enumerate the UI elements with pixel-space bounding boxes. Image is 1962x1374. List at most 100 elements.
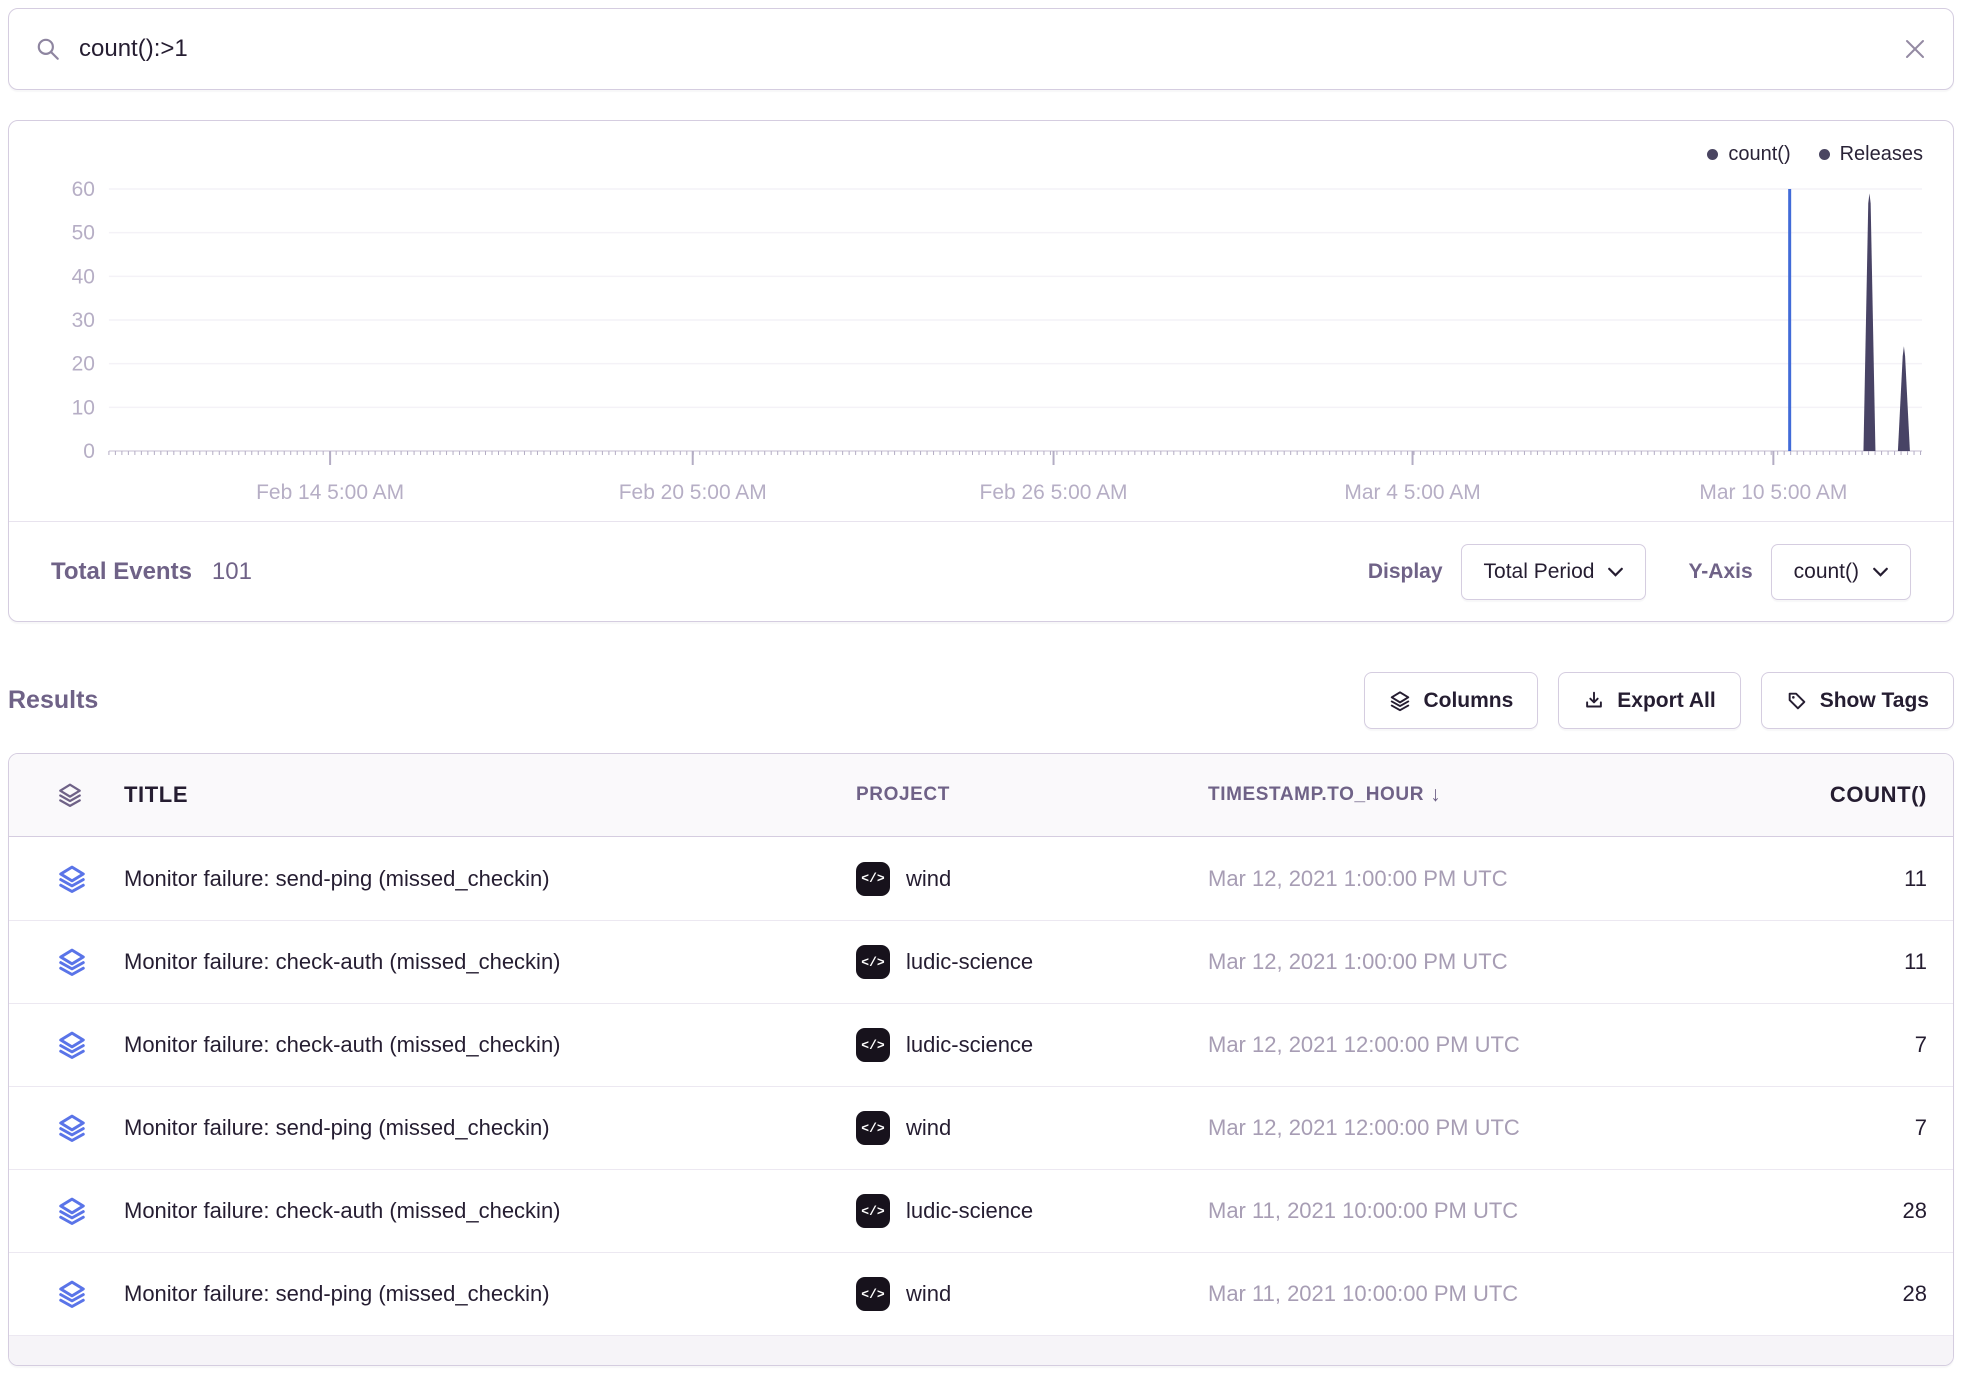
yaxis-label: Y-Axis xyxy=(1688,560,1752,584)
project-platform-icon: </> xyxy=(856,1194,890,1228)
chevron-down-icon xyxy=(1608,567,1623,577)
project-platform-icon: </> xyxy=(856,1277,890,1311)
legend-label: count() xyxy=(1728,143,1790,166)
chevron-down-icon xyxy=(1873,567,1888,577)
table-row[interactable]: Monitor failure: send-ping (missed_check… xyxy=(9,1252,1953,1335)
timestamp-cell: Mar 12, 2021 1:00:00 PM UTC xyxy=(1200,866,1747,892)
yaxis-dropdown[interactable]: count() xyxy=(1771,544,1911,600)
sort-desc-icon: ↓ xyxy=(1430,783,1441,807)
project-cell: </> ludic-science xyxy=(848,945,1200,979)
display-label: Display xyxy=(1368,560,1443,584)
stack-event-icon xyxy=(57,864,87,894)
legend-dot-icon xyxy=(1819,149,1830,160)
results-table: TITLE PROJECT TIMESTAMP.TO_HOUR ↓ COUNT(… xyxy=(8,753,1954,1366)
events-chart-panel: 0 10 20 30 40 50 60 Feb 14 5:00 AM Feb 20 5:00 A… xyxy=(8,120,1954,622)
svg-text:20: 20 xyxy=(72,353,95,376)
project-cell: </> wind xyxy=(848,1111,1200,1145)
events-chart: 0 10 20 30 40 50 60 Feb 14 5:00 AM Feb 20 5:00 A… xyxy=(9,121,1953,521)
display-dropdown-value: Total Period xyxy=(1484,560,1595,584)
svg-text:10: 10 xyxy=(72,396,95,419)
project-name: ludic-science xyxy=(906,1198,1033,1224)
project-cell: </> wind xyxy=(848,862,1200,896)
svg-text:50: 50 xyxy=(72,222,95,245)
project-name: wind xyxy=(906,1115,951,1141)
stack-event-icon xyxy=(57,1113,87,1143)
table-footer xyxy=(9,1335,1953,1365)
export-all-button-label: Export All xyxy=(1617,689,1715,713)
chart-area: 0 10 20 30 40 50 60 Feb 14 5:00 AM Feb 20 5:00 A… xyxy=(9,121,1953,521)
event-title-link[interactable]: Monitor failure: send-ping (missed_check… xyxy=(116,866,848,892)
search-bar xyxy=(8,8,1954,90)
svg-text:0: 0 xyxy=(83,440,95,463)
results-actions: Columns Export All Show Tags xyxy=(1364,672,1954,729)
display-dropdown[interactable]: Total Period xyxy=(1461,544,1647,600)
layers-icon xyxy=(1389,690,1411,712)
table-row[interactable]: Monitor failure: check-auth (missed_chec… xyxy=(9,920,1953,1003)
event-title-link[interactable]: Monitor failure: check-auth (missed_chec… xyxy=(116,1198,848,1224)
timestamp-cell: Mar 11, 2021 10:00:00 PM UTC xyxy=(1200,1281,1747,1307)
timestamp-cell: Mar 12, 2021 1:00:00 PM UTC xyxy=(1200,949,1747,975)
columns-button-label: Columns xyxy=(1423,689,1513,713)
chart-legend: count() Releases xyxy=(1707,143,1923,166)
stack-event-icon xyxy=(57,947,87,977)
results-heading: Results xyxy=(8,686,98,715)
event-title-link[interactable]: Monitor failure: send-ping (missed_check… xyxy=(116,1115,848,1141)
project-name: ludic-science xyxy=(906,949,1033,975)
search-icon xyxy=(35,36,61,62)
search-input[interactable] xyxy=(79,35,1885,63)
count-cell: 7 xyxy=(1747,1115,1927,1141)
svg-text:40: 40 xyxy=(72,265,95,288)
total-events-value: 101 xyxy=(212,558,252,586)
project-platform-icon: </> xyxy=(856,1111,890,1145)
count-cell: 28 xyxy=(1747,1281,1927,1307)
event-title-link[interactable]: Monitor failure: check-auth (missed_chec… xyxy=(116,949,848,975)
stack-event-icon xyxy=(57,1196,87,1226)
chart-controls: Display Total Period Y-Axis count() xyxy=(1368,544,1911,600)
project-name: wind xyxy=(906,866,951,892)
layers-icon[interactable] xyxy=(57,782,83,808)
results-bar: Results Columns Export All Show Tags xyxy=(8,672,1954,729)
columns-button[interactable]: Columns xyxy=(1364,672,1538,729)
count-cell: 11 xyxy=(1747,866,1927,892)
svg-text:Feb 20 5:00 AM: Feb 20 5:00 AM xyxy=(619,481,767,504)
project-cell: </> ludic-science xyxy=(848,1028,1200,1062)
column-header-timestamp[interactable]: TIMESTAMP.TO_HOUR ↓ xyxy=(1200,783,1747,807)
download-icon xyxy=(1583,690,1605,712)
column-header-title[interactable]: TITLE xyxy=(116,782,848,808)
timestamp-cell: Mar 12, 2021 12:00:00 PM UTC xyxy=(1200,1115,1747,1141)
table-row[interactable]: Monitor failure: check-auth (missed_chec… xyxy=(9,1003,1953,1086)
svg-text:Feb 14 5:00 AM: Feb 14 5:00 AM xyxy=(256,481,404,504)
close-icon xyxy=(1903,37,1927,61)
column-header-project[interactable]: PROJECT xyxy=(848,784,1200,806)
table-row[interactable]: Monitor failure: send-ping (missed_check… xyxy=(9,837,1953,920)
tag-icon xyxy=(1786,690,1808,712)
project-cell: </> ludic-science xyxy=(848,1194,1200,1228)
event-title-link[interactable]: Monitor failure: check-auth (missed_chec… xyxy=(116,1032,848,1058)
table-body: Monitor failure: send-ping (missed_check… xyxy=(9,837,1953,1335)
chart-footer: Total Events 101 Display Total Period Y-… xyxy=(9,521,1953,621)
project-platform-icon: </> xyxy=(856,862,890,896)
svg-text:60: 60 xyxy=(72,178,95,201)
svg-text:Mar 4 5:00 AM: Mar 4 5:00 AM xyxy=(1344,481,1480,504)
timestamp-cell: Mar 11, 2021 10:00:00 PM UTC xyxy=(1200,1198,1747,1224)
table-row[interactable]: Monitor failure: send-ping (missed_check… xyxy=(9,1086,1953,1169)
count-cell: 7 xyxy=(1747,1032,1927,1058)
legend-item-count[interactable]: count() xyxy=(1707,143,1790,166)
timestamp-cell: Mar 12, 2021 12:00:00 PM UTC xyxy=(1200,1032,1747,1058)
total-events-label: Total Events xyxy=(51,558,192,586)
event-title-link[interactable]: Monitor failure: send-ping (missed_check… xyxy=(116,1281,848,1307)
clear-search-button[interactable] xyxy=(1903,37,1927,61)
svg-text:Mar 10 5:00 AM: Mar 10 5:00 AM xyxy=(1699,481,1847,504)
legend-label: Releases xyxy=(1840,143,1923,166)
count-cell: 28 xyxy=(1747,1198,1927,1224)
svg-text:30: 30 xyxy=(72,309,95,332)
show-tags-button-label: Show Tags xyxy=(1820,689,1929,713)
column-header-count[interactable]: COUNT() xyxy=(1747,782,1927,808)
project-name: ludic-science xyxy=(906,1032,1033,1058)
stack-event-icon xyxy=(57,1030,87,1060)
legend-item-releases[interactable]: Releases xyxy=(1819,143,1923,166)
project-platform-icon: </> xyxy=(856,1028,890,1062)
show-tags-button[interactable]: Show Tags xyxy=(1761,672,1954,729)
table-row[interactable]: Monitor failure: check-auth (missed_chec… xyxy=(9,1169,1953,1252)
export-all-button[interactable]: Export All xyxy=(1558,672,1740,729)
